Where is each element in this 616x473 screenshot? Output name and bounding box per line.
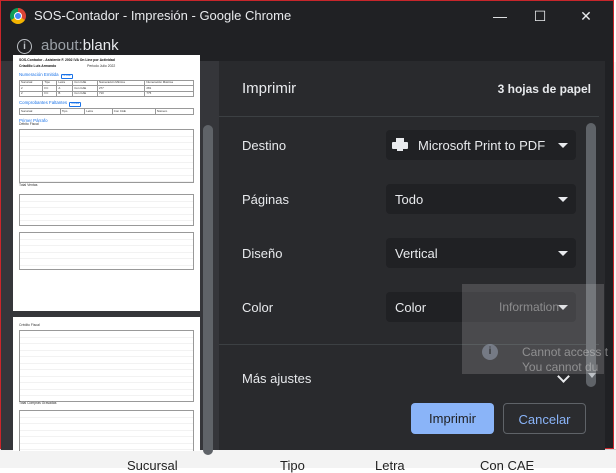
doc-table-ventas bbox=[19, 193, 194, 226]
pages-label: Páginas bbox=[242, 192, 289, 207]
info-icon[interactable]: i bbox=[17, 39, 32, 54]
doc-table-notas bbox=[19, 231, 194, 270]
header-divider bbox=[219, 116, 599, 117]
bg-col-con-cae: Con CAE bbox=[480, 458, 535, 473]
title-bar[interactable]: SOS-Contador - Impresión - Google Chrome… bbox=[1, 1, 613, 31]
doc-section-numeracion: Numeración Emitida Ocultar bbox=[19, 71, 73, 79]
maximize-button[interactable]: ☐ bbox=[530, 6, 550, 26]
doc-table-debito bbox=[19, 128, 194, 183]
chrome-logo-icon bbox=[10, 8, 26, 24]
preview-page-2: Crédito Fiscal Total Compras Gravadas bbox=[13, 317, 200, 451]
chevron-down-icon bbox=[558, 197, 568, 202]
doc-section-credito: Crédito Fiscal bbox=[19, 323, 40, 327]
doc-section-debito: Débito Fiscal bbox=[19, 121, 39, 126]
doc-table-numeracion: Sucursal Tipo Letra Con CAE Numeración Mínim… bbox=[18, 79, 194, 98]
chevron-down-icon bbox=[558, 143, 568, 148]
cancel-button[interactable]: Cancelar bbox=[503, 403, 586, 434]
doc-table-compras bbox=[19, 329, 194, 402]
doc-table-credito bbox=[19, 409, 194, 451]
print-title: Imprimir bbox=[242, 80, 297, 97]
layout-select[interactable]: Vertical bbox=[386, 238, 576, 268]
doc-total-compras: Total Compras Gravadas bbox=[19, 400, 57, 405]
bg-info-title: Information bbox=[499, 300, 560, 314]
doc-company-row: Criadillo Luis Armando Periodo Julio 202… bbox=[19, 63, 116, 68]
bg-col-tipo: Tipo bbox=[280, 458, 305, 473]
bg-info-line2: You cannot du bbox=[522, 360, 599, 374]
background-table-header: Sucursal Tipo Letra Con CAE bbox=[0, 449, 616, 473]
more-settings-toggle[interactable]: Más ajustes bbox=[242, 371, 311, 386]
doc-total-ventas: Total Ventas bbox=[19, 182, 38, 187]
color-label: Color bbox=[242, 300, 274, 315]
chevron-down-icon bbox=[558, 251, 568, 256]
destination-label: Destino bbox=[242, 138, 287, 153]
bg-col-sucursal: Sucursal bbox=[127, 458, 178, 473]
url-text[interactable]: about:blank bbox=[41, 37, 119, 54]
chrome-print-window: SOS-Contador - Impresión - Google Chrome… bbox=[0, 0, 614, 455]
window-title: SOS-Contador - Impresión - Google Chrome bbox=[34, 8, 292, 23]
doc-header: SOS-Contador - Asistente F. 2002 IVA On … bbox=[19, 58, 115, 62]
preview-page-1: SOS-Contador - Asistente F. 2002 IVA On … bbox=[13, 55, 200, 311]
doc-section-faltantes: Comprobantes Faltantes Ocultar bbox=[19, 100, 82, 108]
preview-scrollbar[interactable] bbox=[203, 125, 213, 455]
sheet-count: 3 hojas de papel bbox=[497, 82, 591, 96]
pages-select[interactable]: Todo bbox=[386, 184, 576, 214]
doc-table-faltantes: Sucursal Tipo Letra Con CAE Número bbox=[19, 108, 195, 115]
info-icon: i bbox=[482, 344, 498, 360]
bg-info-line1: Cannot access t bbox=[522, 345, 609, 359]
print-button[interactable]: Imprimir bbox=[411, 403, 494, 434]
layout-label: Diseño bbox=[242, 246, 283, 261]
destination-select[interactable]: Microsoft Print to PDF bbox=[386, 130, 576, 160]
printer-icon bbox=[392, 138, 408, 152]
print-preview-pane[interactable]: SOS-Contador - Asistente F. 2002 IVA On … bbox=[1, 55, 219, 455]
print-settings-panel: Imprimir 3 hojas de papel Destino Micros… bbox=[219, 61, 605, 450]
bg-col-letra: Letra bbox=[375, 458, 405, 473]
minimize-button[interactable]: — bbox=[490, 6, 510, 26]
close-button[interactable]: ✕ bbox=[576, 6, 596, 26]
